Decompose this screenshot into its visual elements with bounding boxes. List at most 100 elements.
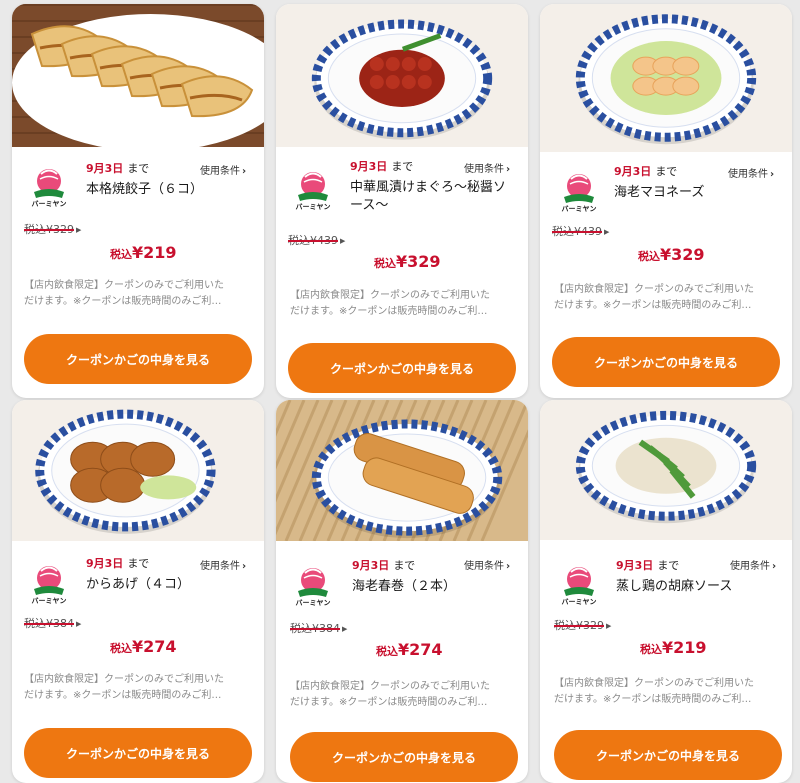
deadline-suffix: まで: [657, 559, 680, 572]
tax-included-label: 税込: [110, 248, 132, 261]
original-price: 税込¥329 ▶: [554, 617, 611, 633]
coupon-deadline: 9月3日 まで: [352, 557, 415, 573]
food-photo: [276, 4, 528, 147]
tax-included-label: 税込: [376, 645, 398, 658]
discount-price-value: ¥274: [132, 637, 177, 656]
chevron-right-icon: ›: [770, 169, 775, 180]
bamiyan-logo: バーミヤン: [558, 170, 600, 216]
coupon-card[interactable]: バーミヤン 9月3日 まで 使用条件 › 蒸し鶏の胡麻ソース税込¥329 ▶ 税込¥219 【店…: [540, 400, 792, 783]
usage-conditions-link[interactable]: 使用条件 ›: [730, 557, 776, 572]
coupon-deadline: 9月3日 まで: [614, 163, 677, 179]
coupon-card[interactable]: バーミヤン 9月3日 まで 使用条件 › 海老マヨネーズ 税込¥439 ▶ 税込¥329 【店内飲…: [540, 4, 792, 398]
item-name-line: 中華風漬けまぐろ〜秘醤ソ: [350, 180, 507, 195]
item-name-line: ース〜: [350, 198, 389, 213]
view-coupon-basket-button[interactable]: クーポンかごの中身を見る: [290, 732, 518, 782]
usage-conditions-label: 使用条件: [464, 164, 504, 175]
deadline-date: 9月3日: [86, 557, 124, 570]
food-photo: [12, 4, 264, 147]
logo-text: バーミヤン: [561, 598, 597, 606]
usage-conditions-link[interactable]: 使用条件 ›: [200, 162, 246, 177]
coupon-card[interactable]: バーミヤン 9月3日 まで 使用条件 › からあげ（４コ） 税込¥384 ▶ 税込¥274 【店内…: [12, 400, 264, 783]
tax-included-label: 税込: [110, 642, 132, 655]
logo-text: バーミヤン: [561, 205, 597, 213]
usage-conditions-link[interactable]: 使用条件 ›: [200, 557, 246, 572]
coupon-item-name: 海老マヨネーズ: [614, 184, 704, 202]
discount-price-value: ¥329: [396, 252, 441, 271]
coupon-note: 【店内飲食限定】クーポンのみでご利用いた だけます。※クーポンは販売時間のみご利…: [554, 676, 782, 708]
coupon-card[interactable]: バーミヤン 9月3日 まで 使用条件 › 中華風漬けまぐろ〜秘醤ソ ース〜 税込¥439 ▶ 税込…: [276, 4, 528, 398]
view-coupon-basket-button[interactable]: クーポンかごの中身を見る: [24, 334, 252, 384]
usage-conditions-link[interactable]: 使用条件 ›: [728, 165, 774, 180]
note-line: 【店内飲食限定】クーポンのみでご利用いた: [24, 674, 224, 685]
coupon-card[interactable]: バーミヤン 9月3日 まで 使用条件 › 海老春巻（２本） 税込¥384 ▶ 税込¥274 【店内…: [276, 400, 528, 783]
view-coupon-basket-button[interactable]: クーポンかごの中身を見る: [24, 728, 252, 778]
original-price-value: 税込¥384: [290, 622, 340, 635]
original-price-value: 税込¥439: [288, 234, 338, 247]
item-name-line: 本格焼餃子（６コ）: [86, 182, 204, 197]
usage-conditions-label: 使用条件: [200, 561, 240, 572]
view-coupon-basket-button[interactable]: クーポンかごの中身を見る: [554, 730, 782, 780]
note-line: 【店内飲食限定】クーポンのみでご利用いた: [554, 678, 754, 689]
deadline-suffix: まで: [391, 160, 414, 173]
logo-text: バーミヤン: [295, 203, 331, 211]
tax-included-label: 税込: [374, 257, 396, 270]
discount-price-value: ¥219: [132, 243, 177, 262]
coupon-deadline: 9月3日 まで: [350, 158, 413, 174]
item-name-line: 海老春巻（２本）: [352, 579, 457, 594]
deadline-suffix: まで: [655, 165, 678, 178]
note-line: だけます。※クーポンは販売時間のみご利…: [554, 300, 752, 311]
original-price: 税込¥329 ▶: [24, 221, 81, 237]
food-photo: [276, 400, 528, 541]
coupon-note: 【店内飲食限定】クーポンのみでご利用いた だけます。※クーポンは販売時間のみご利…: [24, 278, 252, 310]
coupon-note: 【店内飲食限定】クーポンのみでご利用いた だけます。※クーポンは販売時間のみご利…: [290, 288, 518, 320]
caret-right-icon: ▶: [76, 620, 82, 628]
discount-price: 税込¥219: [640, 638, 707, 657]
usage-conditions-link[interactable]: 使用条件 ›: [464, 557, 510, 572]
food-photo: [540, 400, 792, 540]
bamiyan-logo: バーミヤン: [292, 564, 334, 610]
coupon-item-name: からあげ（４コ）: [86, 576, 190, 594]
original-price-value: 税込¥384: [24, 617, 74, 630]
original-price: 税込¥439 ▶: [552, 223, 609, 239]
note-line: だけます。※クーポンは販売時間のみご利…: [290, 697, 488, 708]
note-line: 【店内飲食限定】クーポンのみでご利用いた: [24, 280, 224, 291]
discount-price: 税込¥219: [110, 243, 177, 262]
bamiyan-logo: バーミヤン: [292, 168, 334, 214]
discount-price-value: ¥329: [660, 245, 705, 264]
coupon-deadline: 9月3日 まで: [86, 160, 149, 176]
usage-conditions-link[interactable]: 使用条件 ›: [464, 160, 510, 175]
coupon-deadline: 9月3日 まで: [616, 557, 679, 573]
coupon-item-name: 海老春巻（２本）: [352, 578, 456, 596]
original-price-value: 税込¥329: [24, 223, 74, 236]
coupon-item-name: 蒸し鶏の胡麻ソース: [616, 578, 732, 596]
note-line: 【店内飲食限定】クーポンのみでご利用いた: [290, 681, 490, 692]
item-name-line: 蒸し鶏の胡麻ソース: [616, 579, 733, 594]
discount-price: 税込¥329: [638, 245, 705, 264]
tax-included-label: 税込: [638, 250, 660, 263]
bamiyan-logo: バーミヤン: [28, 165, 70, 211]
chevron-right-icon: ›: [242, 561, 247, 572]
usage-conditions-label: 使用条件: [464, 561, 504, 572]
discount-price-value: ¥274: [398, 640, 443, 659]
deadline-date: 9月3日: [614, 165, 652, 178]
caret-right-icon: ▶: [340, 237, 346, 245]
bamiyan-logo: バーミヤン: [28, 562, 70, 608]
coupon-deadline: 9月3日 まで: [86, 555, 149, 571]
chevron-right-icon: ›: [506, 164, 511, 175]
original-price-value: 税込¥329: [554, 619, 604, 632]
deadline-suffix: まで: [127, 162, 150, 175]
usage-conditions-label: 使用条件: [728, 169, 768, 180]
view-coupon-basket-button[interactable]: クーポンかごの中身を見る: [552, 337, 780, 387]
chevron-right-icon: ›: [506, 561, 511, 572]
deadline-date: 9月3日: [352, 559, 390, 572]
chevron-right-icon: ›: [242, 166, 247, 177]
original-price: 税込¥439 ▶: [288, 232, 345, 248]
note-line: 【店内飲食限定】クーポンのみでご利用いた: [290, 290, 490, 301]
deadline-suffix: まで: [393, 559, 416, 572]
food-photo: [12, 400, 264, 541]
note-line: だけます。※クーポンは販売時間のみご利…: [24, 690, 222, 701]
coupon-card[interactable]: バーミヤン 9月3日 まで 使用条件 › 本格焼餃子（６コ） 税込¥329 ▶ 税込¥219 【店…: [12, 4, 264, 398]
note-line: だけます。※クーポンは販売時間のみご利…: [24, 296, 222, 307]
view-coupon-basket-button[interactable]: クーポンかごの中身を見る: [288, 343, 516, 393]
item-name-line: 海老マヨネーズ: [614, 185, 705, 200]
